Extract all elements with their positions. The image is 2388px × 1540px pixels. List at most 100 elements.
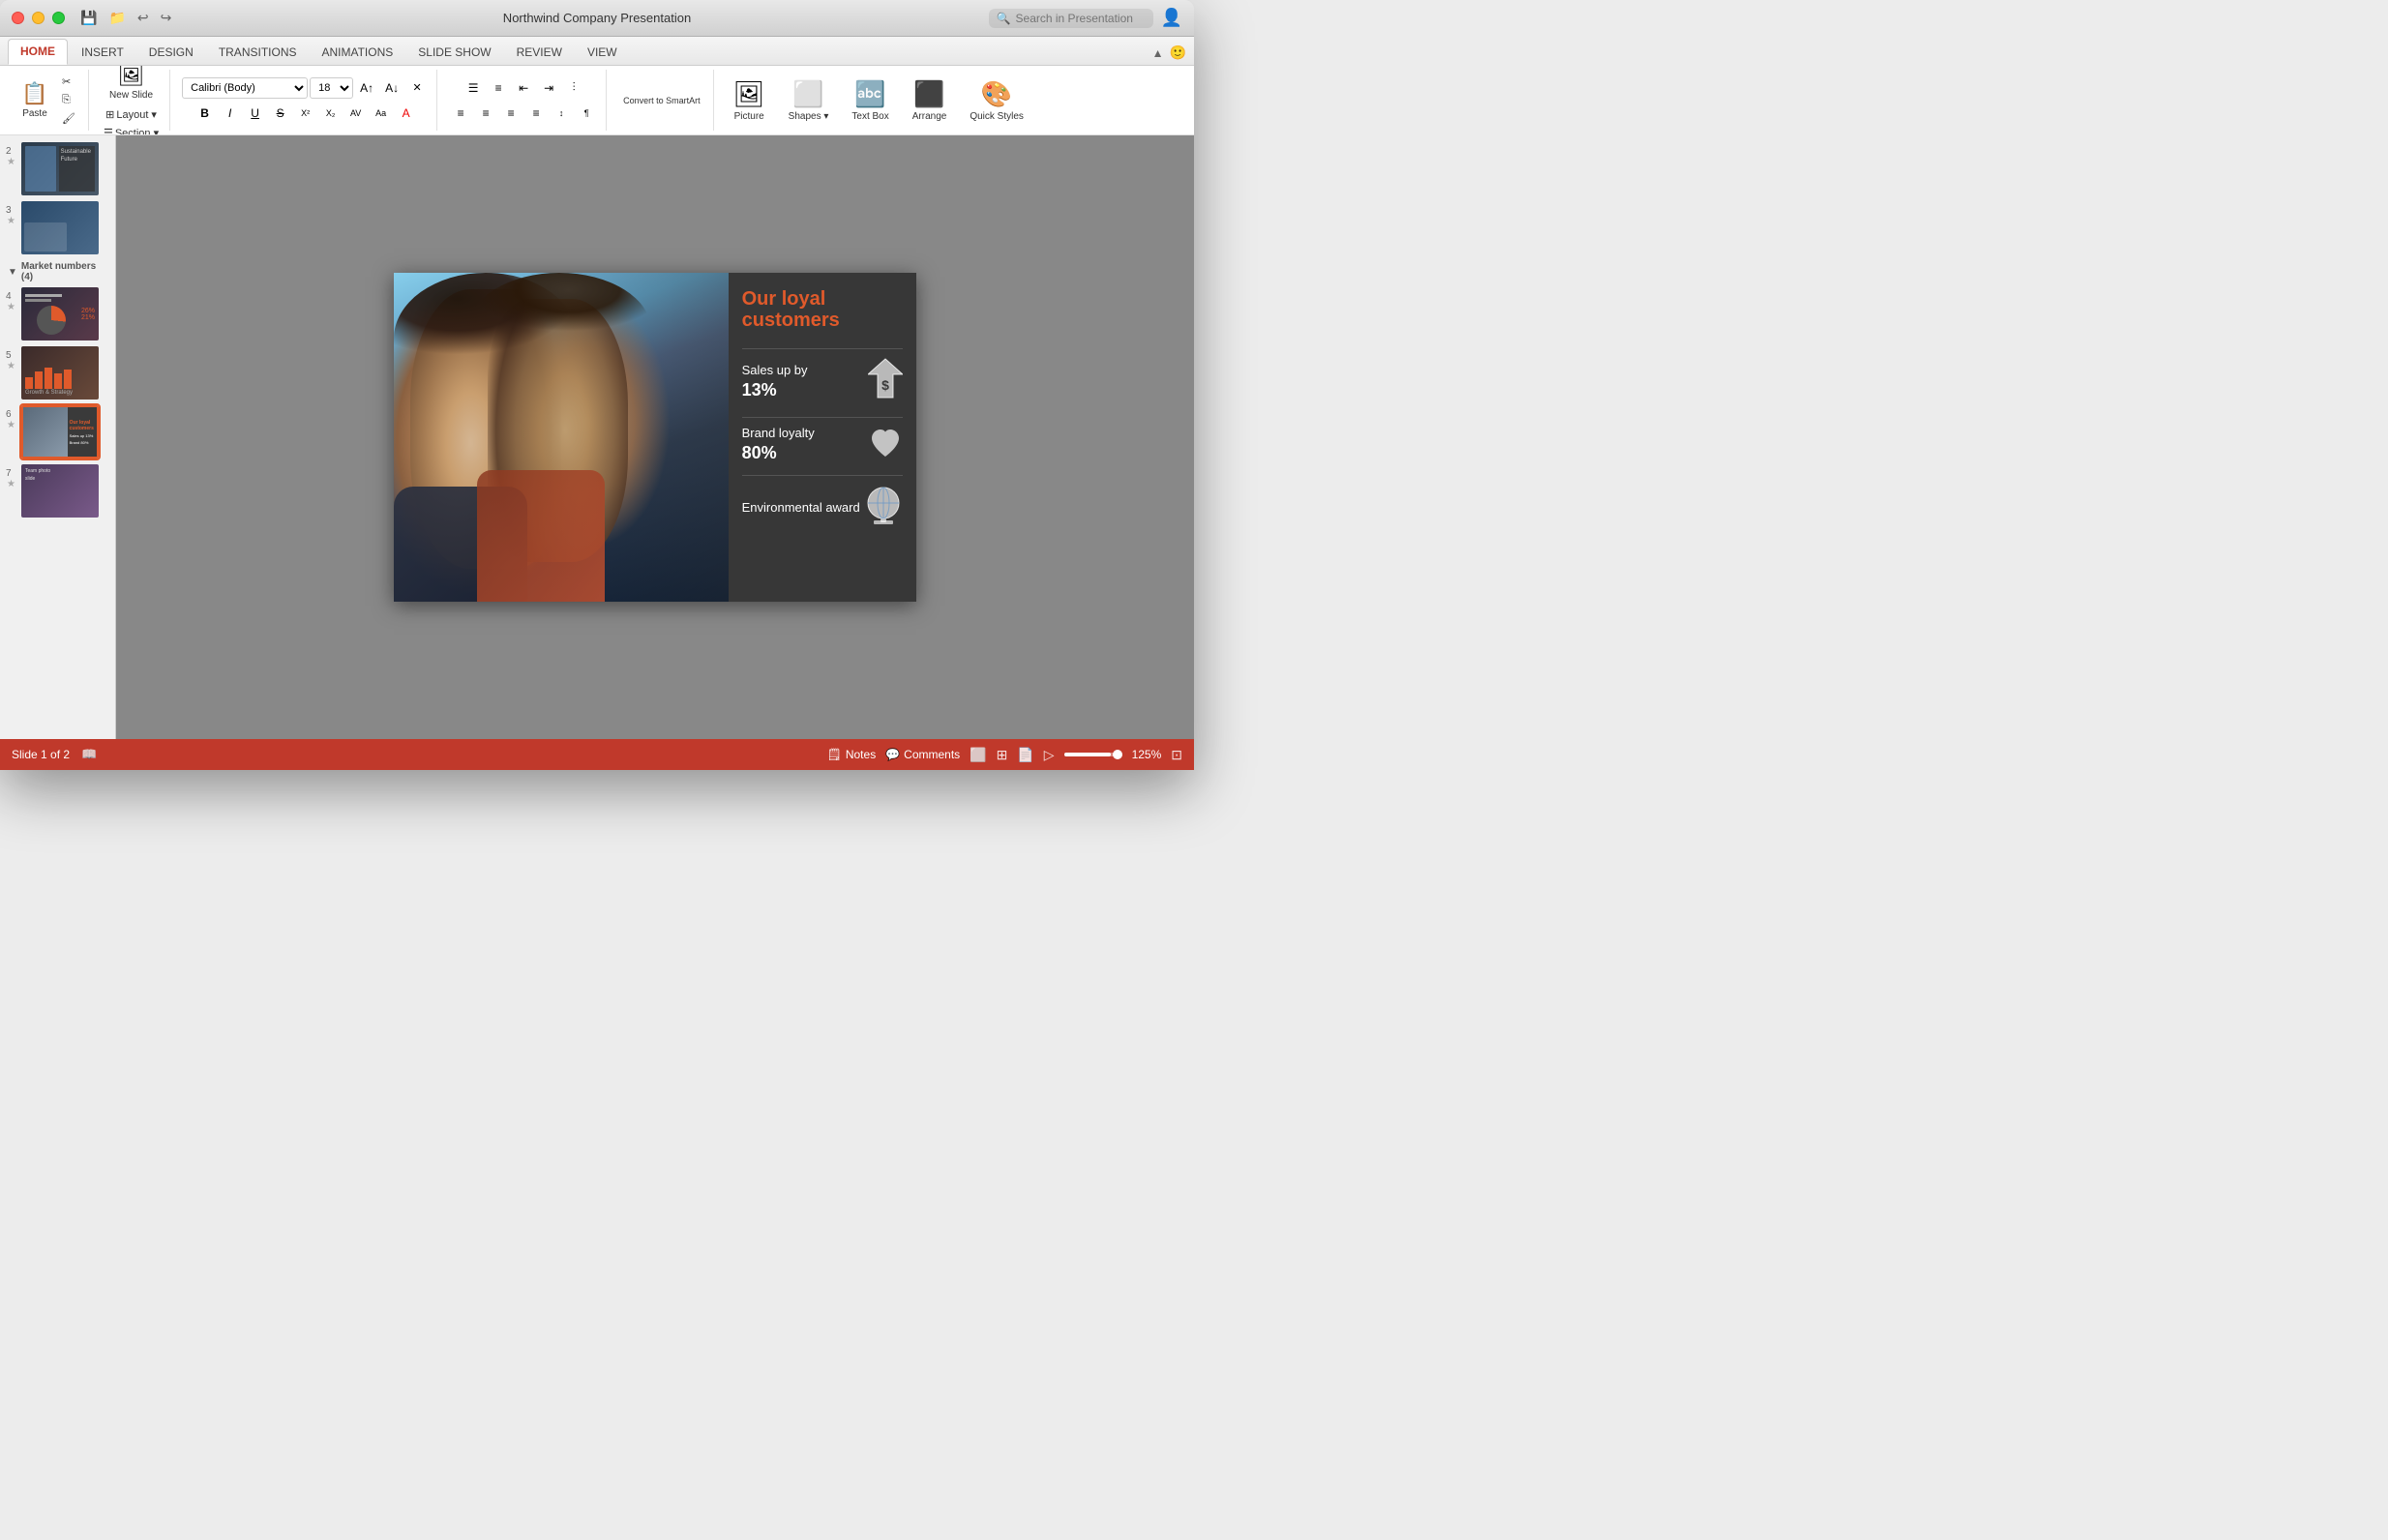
increase-font-button[interactable]: A↑	[355, 77, 378, 99]
title-bar-right: 🔍 👤	[989, 8, 1182, 28]
slide-item-3[interactable]: 3 ★	[0, 198, 115, 257]
italic-button[interactable]: I	[219, 103, 242, 124]
redo-icon[interactable]: ↪	[161, 10, 172, 26]
tab-transitions[interactable]: TRANSITIONS	[207, 41, 309, 65]
textbox-label: Text Box	[851, 111, 888, 122]
search-input[interactable]	[1016, 12, 1142, 25]
ribbon-tabs: HOME INSERT DESIGN TRANSITIONS ANIMATION…	[0, 37, 1194, 66]
title-bar: 💾 📁 ↩ ↪ Northwind Company Presentation 🔍…	[0, 0, 1194, 37]
textbox-button[interactable]: 🔤 Text Box	[844, 75, 896, 126]
slide-thumb-7[interactable]: Team photoslide	[21, 464, 99, 518]
tab-design[interactable]: DESIGN	[137, 41, 205, 65]
new-slide-button[interactable]: 🖼 New Slide	[104, 66, 159, 104]
zoom-thumb[interactable]	[1113, 750, 1122, 759]
line-spacing-button[interactable]: ↕	[550, 103, 573, 124]
picture-button[interactable]: 🖼 Picture	[726, 75, 773, 126]
tab-slideshow[interactable]: SLIDE SHOW	[406, 41, 502, 65]
ribbon-collapse-icon[interactable]: ▲	[1152, 46, 1164, 60]
paste-button[interactable]: 📋 Paste	[15, 77, 54, 123]
paragraph-settings-button[interactable]: ¶	[575, 103, 598, 124]
zoom-slider[interactable]	[1064, 753, 1122, 756]
tab-review[interactable]: REVIEW	[505, 41, 574, 65]
fit-slide-icon[interactable]: ⊡	[1171, 747, 1182, 763]
superscript-button[interactable]: X²	[294, 103, 317, 124]
slide-item-2[interactable]: 2 ★ SustainableFuture	[0, 139, 115, 198]
paragraph-group: ☰ ≡ ⇤ ⇥ ⫶ ≡ ≡ ≡ ≡ ↕ ¶	[441, 70, 607, 131]
stat2-text: Brand loyalty	[742, 426, 815, 442]
numbering-button[interactable]: ≡	[487, 77, 510, 99]
tab-animations[interactable]: ANIMATIONS	[310, 41, 404, 65]
slide-thumb-4[interactable]: 26%21%	[21, 287, 99, 341]
slide-item-5[interactable]: 5 ★ Growth & Strategy	[0, 343, 115, 402]
tab-view[interactable]: VIEW	[576, 41, 629, 65]
slideshow-view-icon[interactable]: ▷	[1044, 747, 1055, 763]
reading-view-icon[interactable]: 📄	[1017, 747, 1033, 763]
user-icon[interactable]: 👤	[1161, 8, 1182, 28]
slide-item-4[interactable]: 4 ★ 26%21%	[0, 284, 115, 343]
slide-thumb-5[interactable]: Growth & Strategy	[21, 346, 99, 400]
format-painter-button[interactable]: 🖌	[57, 110, 80, 127]
stat1-text: Sales up by	[742, 363, 808, 379]
font-size-select[interactable]: 18	[310, 77, 353, 99]
stat2-num: 80%	[742, 442, 815, 464]
font-family-select[interactable]: Calibri (Body)	[182, 77, 308, 99]
font-color-button[interactable]: A	[395, 103, 418, 124]
canvas-area[interactable]: Our loyal customers Sales up by 13% $	[116, 135, 1194, 739]
stat-row-3: Environmental award	[742, 475, 903, 533]
slide-photo-bg	[394, 273, 729, 602]
slide-sorter-icon[interactable]: ⊞	[997, 747, 1008, 763]
text-case-button[interactable]: Aa	[370, 103, 393, 124]
save-icon[interactable]: 💾	[80, 10, 97, 26]
undo-icon[interactable]: ↩	[137, 10, 149, 26]
cut-button[interactable]: ✂	[57, 74, 80, 90]
strikethrough-button[interactable]: S	[269, 103, 292, 124]
decrease-indent-button[interactable]: ⇤	[512, 77, 535, 99]
decrease-font-button[interactable]: A↓	[380, 77, 403, 99]
align-left-button[interactable]: ≡	[449, 103, 472, 124]
align-center-button[interactable]: ≡	[474, 103, 497, 124]
normal-view-icon[interactable]: ⬜	[970, 747, 986, 763]
slide-thumb-3[interactable]	[21, 201, 99, 254]
slide-star-4: ★	[7, 302, 16, 312]
subscript-button[interactable]: X₂	[319, 103, 343, 124]
bullets-button[interactable]: ☰	[462, 77, 485, 99]
stat-row-1: Sales up by 13% $	[742, 348, 903, 407]
notes-button[interactable]: 🗒 Notes	[827, 748, 877, 761]
emoji-icon[interactable]: 🙂	[1170, 44, 1186, 61]
arrange-label: Arrange	[912, 111, 947, 122]
slide-canvas[interactable]: Our loyal customers Sales up by 13% $	[394, 273, 916, 602]
stat2-icon	[868, 426, 903, 465]
folder-icon[interactable]: 📁	[108, 10, 125, 26]
clear-format-button[interactable]: ✕	[405, 77, 429, 99]
bold-button[interactable]: B	[194, 103, 217, 124]
maximize-button[interactable]	[52, 12, 65, 24]
justify-button[interactable]: ≡	[524, 103, 548, 124]
arrange-icon: ⬛	[913, 79, 944, 109]
slides-group: 🖼 New Slide ⊞ Layout ▾ ☰ Section ▾	[93, 70, 170, 131]
slide-item-6[interactable]: 6 ★ Our loyalcustomers Sales up 13% Bran…	[0, 402, 115, 461]
convert-smartart-button[interactable]: Convert to SmartArt	[618, 94, 705, 107]
section-label: Market numbers (4)	[21, 261, 107, 282]
arrange-button[interactable]: ⬛ Arrange	[905, 75, 955, 126]
search-box[interactable]: 🔍	[989, 9, 1153, 28]
shapes-button[interactable]: ⬜ Shapes ▾	[781, 75, 837, 126]
slide-item-7[interactable]: 7 ★ Team photoslide	[0, 461, 115, 520]
slide-thumb-6[interactable]: Our loyalcustomers Sales up 13% Brand 80…	[21, 405, 99, 459]
minimize-button[interactable]	[32, 12, 45, 24]
underline-button[interactable]: U	[244, 103, 267, 124]
column-button[interactable]: ⫶	[562, 77, 585, 99]
comments-button[interactable]: 💬 Comments	[885, 748, 960, 761]
quick-styles-button[interactable]: 🎨 Quick Styles	[962, 75, 1031, 126]
section-button[interactable]: ☰ Section ▾	[99, 125, 164, 135]
tab-insert[interactable]: INSERT	[70, 41, 135, 65]
increase-indent-button[interactable]: ⇥	[537, 77, 560, 99]
close-button[interactable]	[12, 12, 24, 24]
stat-row-2: Brand loyalty 80%	[742, 417, 903, 465]
tab-home[interactable]: HOME	[8, 39, 68, 65]
align-right-button[interactable]: ≡	[499, 103, 522, 124]
slide-thumb-2[interactable]: SustainableFuture	[21, 142, 99, 195]
notes-label: Notes	[846, 748, 876, 761]
char-spacing-button[interactable]: AV	[344, 103, 368, 124]
copy-button[interactable]: ⎘	[57, 92, 80, 108]
layout-button[interactable]: ⊞ Layout ▾	[101, 106, 162, 123]
